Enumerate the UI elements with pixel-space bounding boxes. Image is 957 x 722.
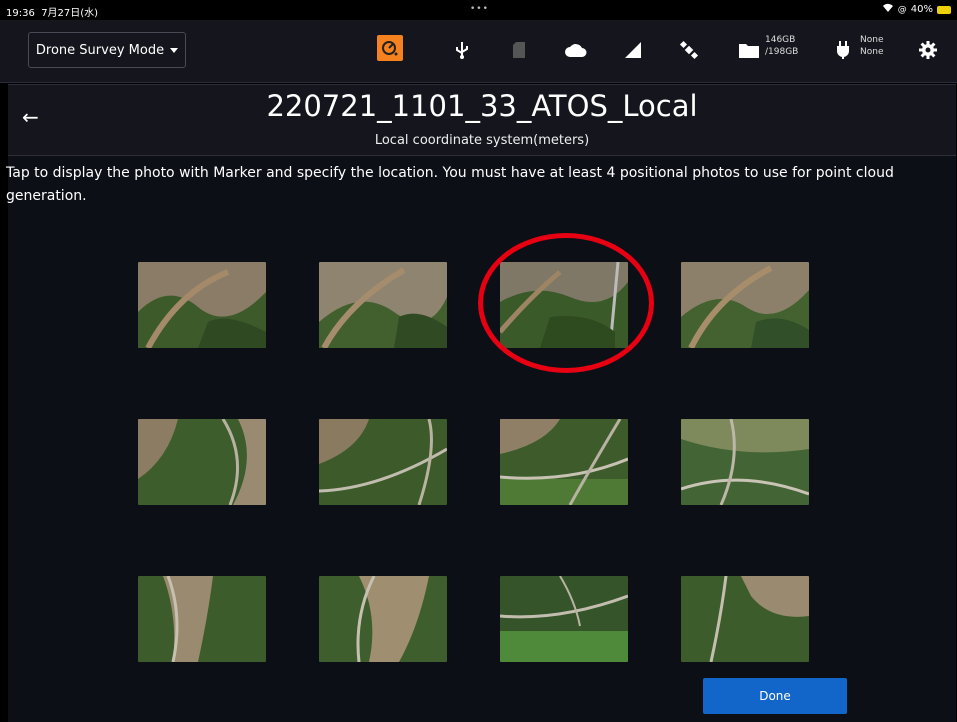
app-icon[interactable] <box>377 35 403 61</box>
mode-dropdown[interactable]: Drone Survey Mode <box>28 32 186 68</box>
instructions-text: Tap to display the photo with Marker and… <box>6 165 894 204</box>
photo-thumbnail[interactable] <box>500 419 628 505</box>
photo-thumbnail[interactable] <box>681 419 809 505</box>
highlight-circle <box>478 233 654 373</box>
location-icon: @ <box>897 4 907 15</box>
battery-icon <box>937 5 951 14</box>
photo-thumbnail[interactable] <box>138 576 266 662</box>
photo-thumbnail[interactable] <box>319 419 447 505</box>
usb-icon <box>451 39 473 61</box>
photo-thumbnail[interactable] <box>500 576 628 662</box>
photo-thumbnail[interactable] <box>138 262 266 348</box>
done-button[interactable]: Done <box>703 678 847 714</box>
status-right: @ 40% <box>882 3 951 16</box>
power-line-1: None <box>860 35 884 45</box>
mode-label: Drone Survey Mode <box>35 42 165 58</box>
status-bar: 19:36 7月27日(水) ••• @ 40% <box>0 0 957 20</box>
top-toolbar: Drone Survey Mode 146GB /198GB None None <box>0 20 957 83</box>
cloud-icon <box>565 39 587 61</box>
storage-used: 146GB <box>765 35 796 45</box>
photo-thumbnail[interactable] <box>319 576 447 662</box>
signal-icon <box>622 39 644 61</box>
storage-total: /198GB <box>765 47 799 57</box>
gear-icon[interactable] <box>917 39 939 61</box>
status-time: 19:36 7月27日(水) <box>6 8 99 19</box>
sd-card-icon <box>508 39 530 61</box>
photo-thumbnail[interactable] <box>681 262 809 348</box>
storage-readout: 146GB /198GB <box>765 34 798 58</box>
wifi-icon <box>882 3 894 16</box>
photo-thumbnail[interactable] <box>319 262 447 348</box>
power-readout: None None <box>860 34 883 58</box>
satellite-icon <box>678 39 700 61</box>
page-header: ← 220721_1101_33_ATOS_Local Local coordi… <box>8 84 956 156</box>
photo-thumbnail[interactable] <box>138 419 266 505</box>
battery-percent: 40% <box>910 4 933 15</box>
plug-icon <box>832 39 854 61</box>
multitask-dots[interactable]: ••• <box>470 4 489 14</box>
power-line-2: None <box>860 47 884 57</box>
chevron-down-icon <box>170 47 179 53</box>
photo-thumbnail[interactable] <box>681 576 809 662</box>
page-subtitle: Local coordinate system(meters) <box>374 133 590 148</box>
page-title: 220721_1101_33_ATOS_Local <box>266 89 698 123</box>
folder-icon <box>738 39 760 61</box>
